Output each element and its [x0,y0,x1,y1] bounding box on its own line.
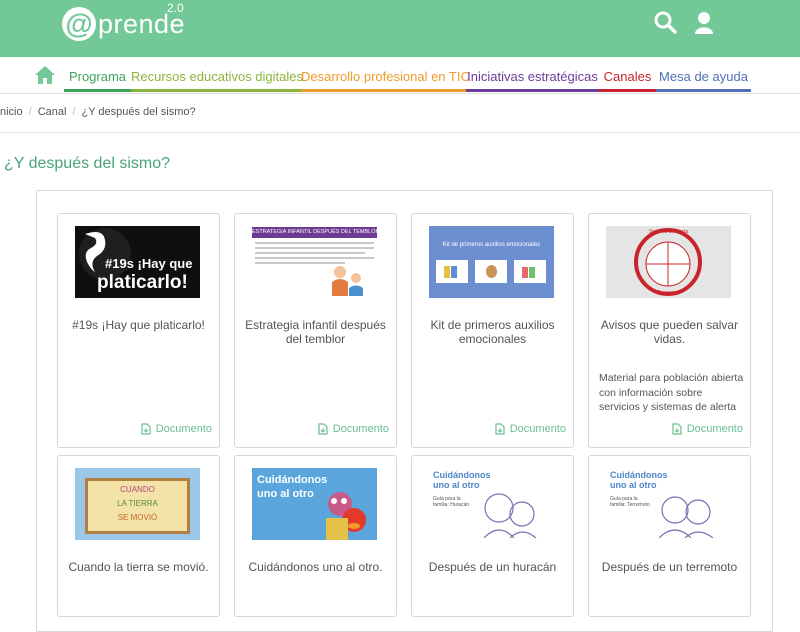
document-link-label: Documento [155,423,212,435]
resource-card[interactable]: Kit de primeros auxilios emocionales Kit… [411,213,574,448]
card-thumbnail: ESTRATEGIA INFANTIL DESPUÉS DEL TEMBLOR [252,226,377,298]
toy-image [436,260,468,283]
toy-image [514,260,546,283]
card-thumbnail: #19s ¡Hay que platicarlo! [75,226,200,298]
card-thumbnail: Kit de primeros auxilios emocionales [429,226,554,298]
document-icon [318,423,328,435]
resource-card[interactable]: Cuidándonos uno al otro Cuidándonos uno … [234,455,397,617]
card-title[interactable]: Después de un terremoto [595,560,744,574]
muppets-lineart [483,493,537,538]
document-icon [141,423,151,435]
chalkboard-image: CUANDO LA TIERRA SE MOVIÓ [85,478,190,534]
alert-diagram [634,228,702,296]
card-thumbnail: CUANDO LA TIERRA SE MOVIÓ [75,468,200,540]
card-title[interactable]: Cuando la tierra se movió. [64,560,213,574]
resource-card[interactable]: Sistema de Alerta Temprana Avisos que pu… [588,213,751,448]
thumb-heading: ESTRATEGIA INFANTIL DESPUÉS DEL TEMBLOR [252,227,377,238]
nav-item-desarrollo[interactable]: Desarrollo profesional en TIC [301,57,470,92]
nav-item-mesa-de-ayuda[interactable]: Mesa de ayuda [656,57,751,92]
document-link-label: Documento [332,423,389,435]
resource-card[interactable]: Cuidándonos uno al otro Guía para la fam… [411,455,574,617]
breadcrumb-current: ¿Y después del sismo? [81,106,196,118]
card-description: Material para población abierta con info… [599,372,744,413]
document-link[interactable]: Documento [672,423,743,435]
nav-item-iniciativas[interactable]: Iniciativas estratégicas [466,57,599,92]
document-icon [672,423,682,435]
home-icon[interactable] [34,65,56,85]
aprende-logo[interactable]: @ prende 2.0 [62,1,185,44]
card-thumbnail: Cuidándonos uno al otro [252,468,377,540]
nav-item-canales[interactable]: Canales [599,57,656,92]
nav-item-recursos[interactable]: Recursos educativos digitales [131,57,303,92]
card-title[interactable]: Después de un huracán [418,560,567,574]
page-title: ¿Y después del sismo? [4,155,171,172]
card-thumbnail: Sistema de Alerta Temprana [606,226,731,298]
thumb-footer: Temprana [657,290,680,296]
card-thumbnail: Cuidándonos uno al otro Guía para la fam… [606,468,731,540]
document-link[interactable]: Documento [318,423,389,435]
document-link[interactable]: Documento [141,423,212,435]
card-title[interactable]: Kit de primeros auxilios emocionales [418,318,567,346]
thumb-text: #19s ¡Hay que [105,256,193,271]
top-header: @ prende 2.0 [0,0,800,57]
card-title[interactable]: #19s ¡Hay que platicarlo! [64,318,213,332]
resource-card[interactable]: ESTRATEGIA INFANTIL DESPUÉS DEL TEMBLOR … [234,213,397,448]
document-link-label: Documento [686,423,743,435]
card-thumbnail: Cuidándonos uno al otro Guía para la fam… [429,468,554,540]
thumb-heading: Sistema de Alerta [648,229,689,235]
breadcrumb-canal[interactable]: Canal [38,106,67,118]
breadcrumb-inicio[interactable]: nicio [0,106,23,118]
user-icon[interactable] [692,10,716,34]
logo-version: 2.0 [167,1,184,15]
teddy-image [475,260,507,283]
main-nav: Programa Recursos educativos digitales D… [0,57,800,94]
document-link-label: Documento [509,423,566,435]
divider [0,132,800,133]
card-title[interactable]: Cuidándonos uno al otro. [241,560,390,574]
muppets-illustration [326,492,366,540]
logo-at-symbol: @ [62,7,96,41]
breadcrumb: nicio / Canal / ¿Y después del sismo? [0,106,196,118]
nav-item-programa[interactable]: Programa [64,57,131,92]
children-illustration [332,266,363,296]
resource-card[interactable]: Cuidándonos uno al otro Guía para la fam… [588,455,751,617]
resource-card[interactable]: #19s ¡Hay que platicarlo! #19s ¡Hay que … [57,213,220,448]
document-link[interactable]: Documento [495,423,566,435]
search-icon[interactable] [653,10,677,34]
card-title[interactable]: Avisos que pueden salvar vidas. [595,318,744,346]
thumb-text: platicarlo! [97,272,188,293]
document-icon [495,423,505,435]
resource-card[interactable]: CUANDO LA TIERRA SE MOVIÓ Cuando la tier… [57,455,220,617]
thumb-heading: Kit de primeros auxilios emocionales [442,242,541,248]
card-title[interactable]: Estrategia infantil después del temblor [241,318,390,346]
content-panel: #19s ¡Hay que platicarlo! #19s ¡Hay que … [36,190,773,632]
muppets-lineart [658,496,714,538]
